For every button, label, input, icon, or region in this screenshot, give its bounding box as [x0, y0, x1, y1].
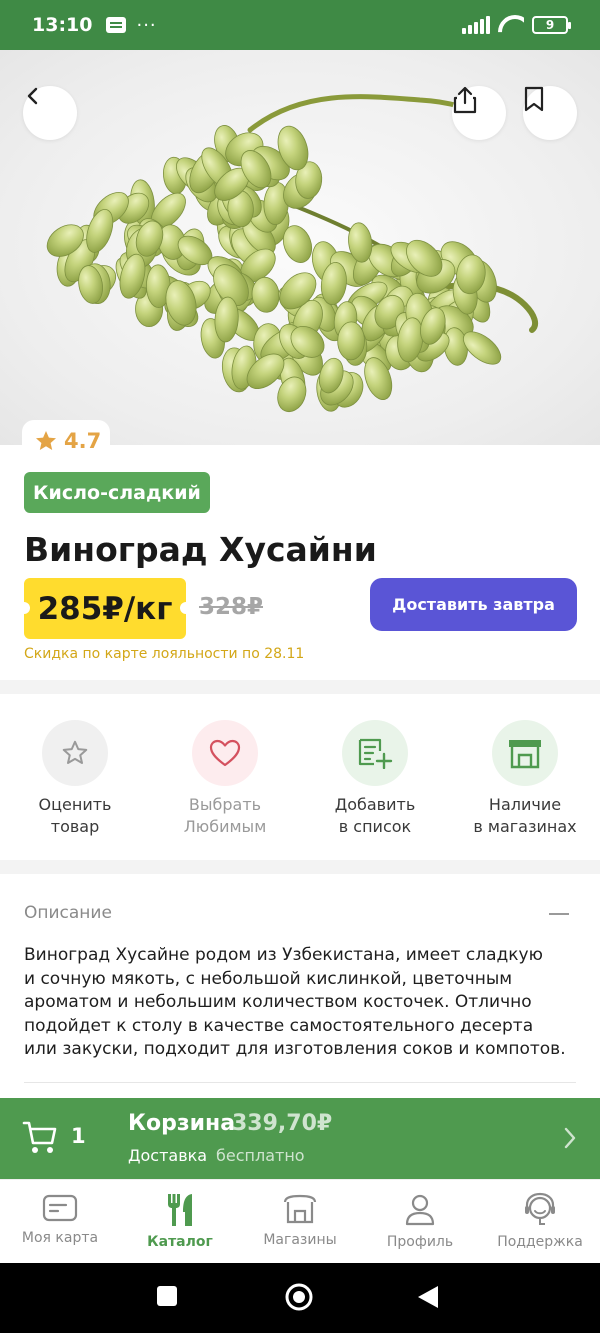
nav-catalog[interactable]: Каталог: [120, 1180, 240, 1263]
price-tag: 285₽/кг: [18, 578, 192, 639]
bookmark-icon: [524, 86, 544, 112]
rating-tab: 4.7: [22, 420, 110, 462]
taste-badge: Кисло-сладкий: [24, 472, 210, 513]
description-title: Описание: [24, 903, 112, 923]
home-button[interactable]: [284, 1282, 314, 1312]
home-circle-icon: [285, 1283, 313, 1311]
star-icon: [62, 740, 88, 764]
grape-berry: [337, 321, 365, 361]
product-actions: Оценить товар Выбрать Любимым Добавить в сп…: [0, 694, 600, 860]
nav-label: Каталог: [147, 1234, 213, 1250]
rate-circle: [42, 720, 108, 786]
section-divider: [0, 860, 600, 874]
nav-profile[interactable]: Профиль: [360, 1180, 480, 1263]
section-divider: [0, 680, 600, 694]
nav-label: Магазины: [263, 1232, 337, 1248]
chevron-right-icon: [564, 1127, 576, 1149]
battery-level: 9: [545, 18, 555, 32]
nav-label: Поддержка: [497, 1234, 583, 1250]
action-label: Выбрать Любимым: [183, 795, 267, 836]
status-bar: 13:10 ··· 9: [0, 0, 600, 50]
store-icon: [509, 740, 541, 769]
back-button[interactable]: [23, 86, 77, 140]
store-availability-action[interactable]: Наличие в магазинах: [450, 694, 600, 860]
cart-title: Корзина: [128, 1111, 236, 1136]
delivery-label: Доставка: [128, 1146, 208, 1165]
add-to-list-circle: [342, 720, 408, 786]
old-price: 328₽: [199, 594, 264, 620]
cart-icon: [22, 1121, 57, 1153]
wifi-icon: [498, 15, 524, 35]
action-label: Оценить товар: [38, 795, 112, 836]
battery-icon: 9: [532, 16, 571, 34]
rating-value: 4.7: [64, 429, 102, 453]
message-notification-icon: [106, 17, 127, 33]
action-label: Наличие в магазинах: [473, 795, 577, 836]
cart-bar[interactable]: 1 Корзина 339,70₽ Доставка бесплатно: [0, 1098, 600, 1179]
status-indicators: 9: [462, 15, 571, 35]
fork-knife-icon: [168, 1194, 192, 1226]
product-title: Виноград Хусайни: [24, 530, 377, 569]
deliver-tomorrow-button[interactable]: Доставить завтра: [370, 578, 577, 631]
nav-label: Моя карта: [21, 1230, 99, 1246]
store-availability-circle: [492, 720, 558, 786]
product-image: [0, 50, 600, 445]
system-navigation-bar: [0, 1263, 600, 1333]
signal-icon: [462, 16, 490, 34]
star-icon: [36, 431, 56, 450]
store-icon: [283, 1194, 317, 1224]
favorite-circle: [192, 720, 258, 786]
rate-product-action[interactable]: Оценить товар: [0, 694, 150, 860]
nav-support[interactable]: Поддержка: [480, 1180, 600, 1263]
card-icon: [42, 1194, 78, 1222]
cart-count: 1: [71, 1124, 86, 1148]
description-text: Виноград Хусайне родом из Узбекистана, и…: [24, 945, 566, 1059]
more-notifications-icon: ···: [136, 14, 157, 36]
action-label: Добавить в список: [334, 795, 416, 836]
current-price: 285₽/кг: [37, 590, 173, 627]
support-icon: [525, 1192, 555, 1225]
collapse-icon[interactable]: [549, 913, 569, 915]
bottom-navigation: Моя карта Каталог Магазины Профиль Подде…: [0, 1179, 600, 1263]
heart-icon: [209, 739, 241, 767]
profile-icon: [405, 1194, 435, 1226]
nav-my-card[interactable]: Моя карта: [0, 1180, 120, 1263]
square-icon: [157, 1286, 177, 1306]
nav-label: Профиль: [386, 1234, 454, 1250]
add-to-list-icon: [358, 738, 393, 769]
grapes-photo: [46, 94, 539, 413]
chevron-left-icon: [27, 87, 38, 105]
divider: [24, 1082, 576, 1083]
loyalty-discount-note: Скидка по карте лояльности по 28.11: [24, 646, 305, 662]
delivery-value: бесплатно: [216, 1146, 305, 1165]
favorite-action[interactable]: Выбрать Любимым: [150, 694, 300, 860]
cart-sum: 339,70₽: [232, 1111, 333, 1136]
bookmark-button[interactable]: [523, 86, 577, 140]
share-icon: [453, 86, 477, 114]
system-back-button[interactable]: [416, 1284, 440, 1310]
recent-apps-button[interactable]: [156, 1285, 178, 1307]
triangle-back-icon: [418, 1286, 438, 1308]
status-time: 13:10: [32, 14, 93, 36]
add-to-list-action[interactable]: Добавить в список: [300, 694, 450, 860]
share-button[interactable]: [452, 86, 506, 140]
nav-stores[interactable]: Магазины: [240, 1180, 360, 1263]
